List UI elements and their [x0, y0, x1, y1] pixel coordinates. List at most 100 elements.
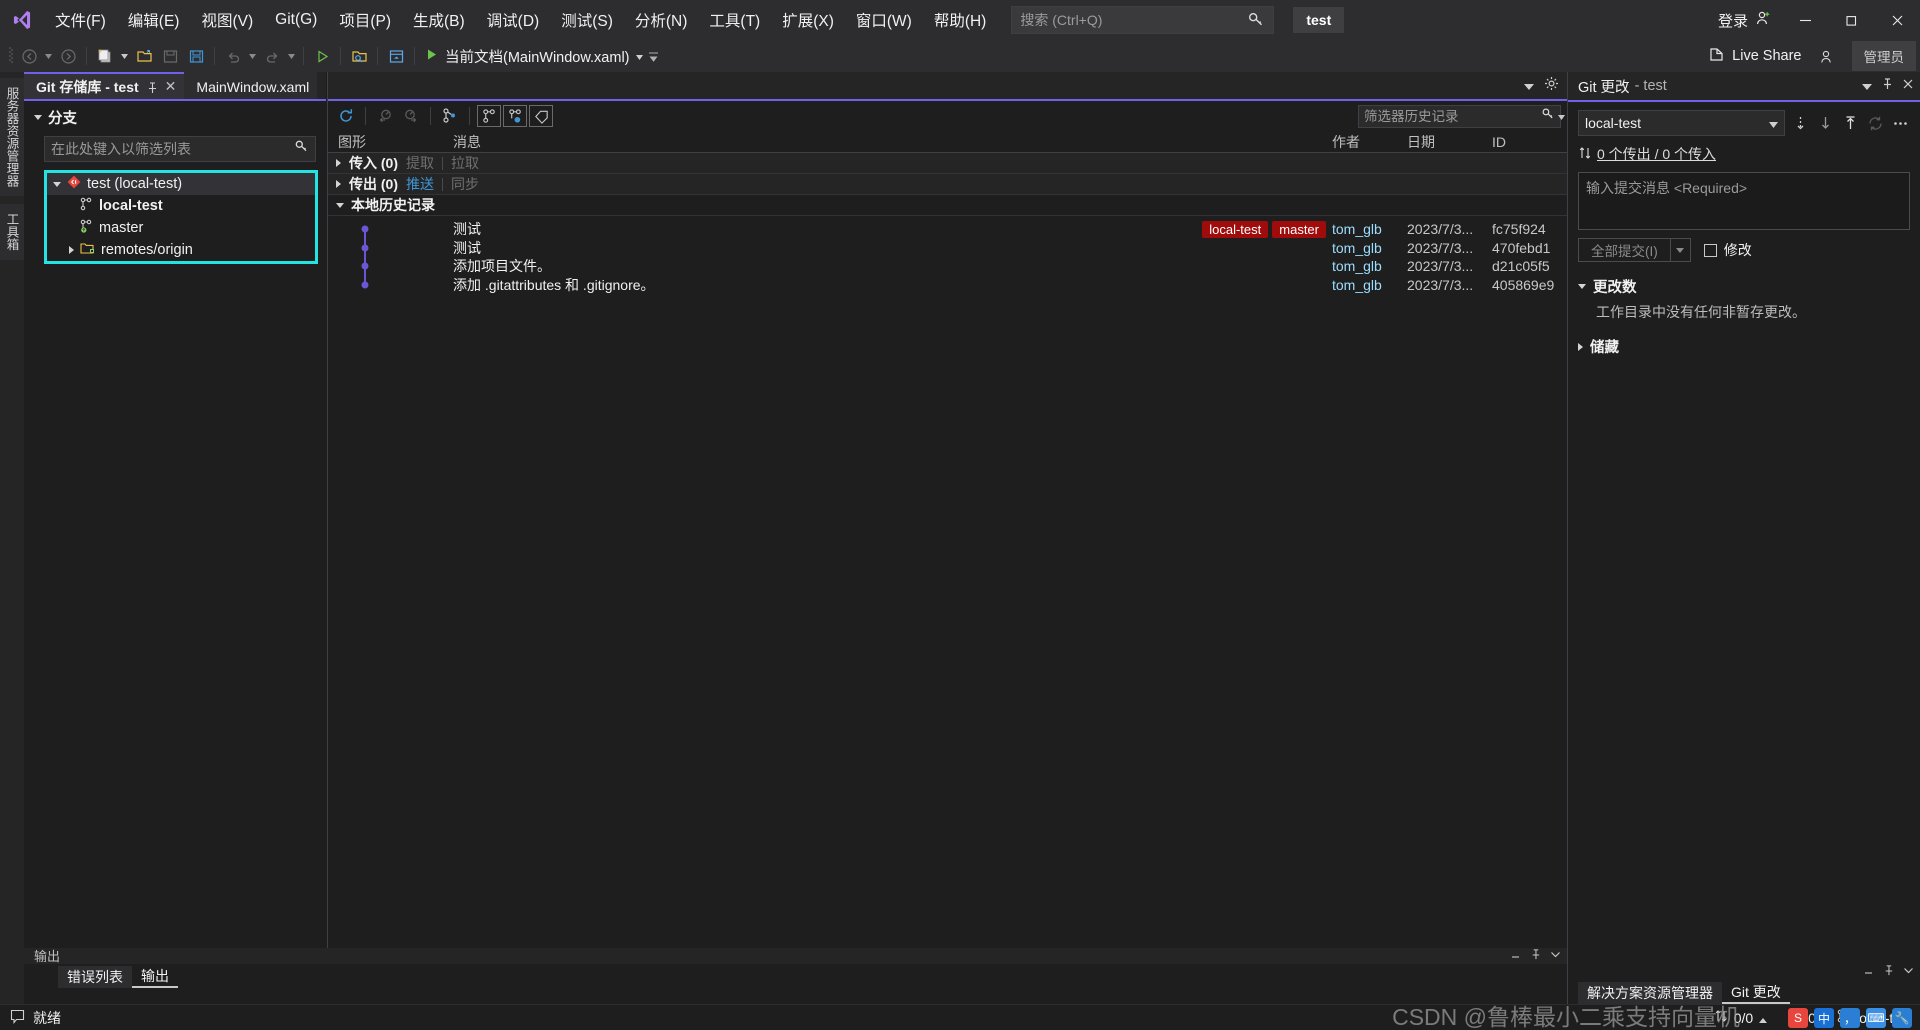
- pane-dropdown-icon[interactable]: [1524, 77, 1534, 95]
- ime-keyboard-icon[interactable]: ⌨: [1866, 1008, 1886, 1028]
- sync-status-link[interactable]: 0 个传出 / 0 个传入: [1597, 144, 1716, 164]
- menu-item-build[interactable]: 生成(B): [402, 0, 476, 40]
- amend-checkbox[interactable]: [1703, 243, 1717, 257]
- tab-solution-explorer[interactable]: 解决方案资源管理器: [1578, 982, 1722, 1004]
- table-row[interactable]: 添加 .gitattributes 和 .gitignore。 tom_glb …: [328, 275, 1567, 295]
- tab-git-changes[interactable]: Git 更改: [1722, 982, 1790, 1004]
- startup-project-selector[interactable]: 当前文档(MainWindow.xaml): [420, 44, 647, 68]
- close-pane-icon[interactable]: [1550, 947, 1561, 965]
- tree-item-remotes-origin[interactable]: remotes/origin: [47, 239, 315, 261]
- menu-item-tools[interactable]: 工具(T): [698, 0, 771, 40]
- pin-icon[interactable]: [1881, 78, 1893, 94]
- stash-section-header[interactable]: 储藏: [1578, 336, 1910, 357]
- sign-in-button[interactable]: 登录: [1708, 5, 1782, 35]
- branch-dropdown[interactable]: local-test: [1578, 110, 1785, 136]
- history-filter-input[interactable]: [1364, 108, 1541, 124]
- changes-section-header[interactable]: 更改数: [1578, 276, 1910, 297]
- menu-item-file[interactable]: 文件(F): [44, 0, 117, 40]
- project-chip[interactable]: test: [1293, 7, 1345, 33]
- menu-item-extensions[interactable]: 扩展(X): [771, 0, 845, 40]
- branches-section-header[interactable]: 分支: [24, 101, 326, 134]
- navigate-forward-icon[interactable]: [55, 44, 81, 68]
- push-icon[interactable]: [1841, 112, 1860, 134]
- tree-item-branch-local-test[interactable]: local-test: [47, 195, 315, 217]
- local-history-header[interactable]: 本地历史记录: [328, 195, 1567, 216]
- menu-item-view[interactable]: 视图(V): [190, 0, 264, 40]
- refresh-icon[interactable]: [334, 105, 358, 127]
- tab-close-icon[interactable]: ✕: [165, 78, 177, 95]
- folder-search-icon[interactable]: [346, 44, 372, 68]
- table-row[interactable]: 添加项目文件。 tom_glb 2023/7/3... d21c05f5: [328, 257, 1567, 276]
- tab-error-list[interactable]: 错误列表: [58, 966, 132, 988]
- show-remote-branches-icon[interactable]: [503, 105, 527, 127]
- sync-link[interactable]: 同步: [451, 174, 479, 194]
- new-project-dropdown[interactable]: [118, 44, 131, 68]
- navigate-back-dropdown[interactable]: [42, 44, 55, 68]
- open-file-icon[interactable]: [131, 44, 157, 68]
- tab-output[interactable]: 输出: [132, 966, 178, 988]
- search-box[interactable]: [1011, 6, 1275, 34]
- undo-dropdown[interactable]: [246, 44, 259, 68]
- history-filter-box[interactable]: [1358, 104, 1565, 128]
- show-local-branches-icon[interactable]: [477, 105, 501, 127]
- expand-triangle-icon[interactable]: [336, 159, 341, 167]
- menu-item-window[interactable]: 窗口(W): [845, 0, 923, 40]
- ime-tools-icon[interactable]: 🔧: [1892, 1008, 1912, 1028]
- ime-punctuation-icon[interactable]: ，: [1840, 1008, 1860, 1028]
- redo-dropdown[interactable]: [285, 44, 298, 68]
- menu-item-edit[interactable]: 编辑(E): [117, 0, 191, 40]
- toolbar-grip[interactable]: [6, 46, 16, 66]
- show-tags-icon[interactable]: [529, 105, 553, 127]
- pin-pane-icon[interactable]: [1883, 963, 1894, 981]
- tree-item-branch-master[interactable]: master: [47, 217, 315, 239]
- close-button[interactable]: [1874, 0, 1920, 40]
- amend-checkbox-row[interactable]: 修改: [1703, 240, 1752, 260]
- window-layout-icon[interactable]: [383, 44, 409, 68]
- new-project-icon[interactable]: [92, 44, 118, 68]
- expand-triangle-icon[interactable]: [336, 202, 344, 208]
- close-pane-icon[interactable]: [1903, 963, 1914, 981]
- vdock-tab-server-explorer[interactable]: 服务器资源管理器: [0, 78, 25, 196]
- menu-item-analyze[interactable]: 分析(N): [624, 0, 699, 40]
- commit-all-button[interactable]: 全部提交(I): [1578, 238, 1691, 262]
- menu-item-debug[interactable]: 调试(D): [476, 0, 551, 40]
- outgoing-group-row[interactable]: 传出 (0) 推送 同步: [328, 174, 1567, 195]
- start-debug-icon[interactable]: [309, 44, 335, 68]
- pin-pane-icon[interactable]: [1530, 947, 1541, 965]
- menu-item-git[interactable]: Git(G): [264, 0, 328, 40]
- search-input[interactable]: [1020, 12, 1248, 28]
- vdock-tab-toolbox[interactable]: 工具箱: [0, 204, 25, 260]
- pull-icon[interactable]: [1816, 112, 1835, 134]
- minimize-button[interactable]: [1782, 0, 1828, 40]
- push-link[interactable]: 推送: [406, 174, 434, 194]
- minimize-pane-icon[interactable]: [1510, 947, 1521, 965]
- menu-item-project[interactable]: 项目(P): [328, 0, 402, 40]
- pane-dropdown-icon[interactable]: [1862, 78, 1872, 94]
- restore-button[interactable]: [1828, 0, 1874, 40]
- commit-message-input[interactable]: 输入提交消息 <Required>: [1578, 172, 1910, 230]
- ime-logo-icon[interactable]: S: [1788, 1008, 1808, 1028]
- status-sync-group[interactable]: 0/0: [1714, 1009, 1768, 1026]
- undo-icon[interactable]: [220, 44, 246, 68]
- save-all-icon[interactable]: [183, 44, 209, 68]
- tab-git-repository[interactable]: Git 存储库 - test ✕: [24, 72, 185, 99]
- commit-all-dropdown-icon[interactable]: [1669, 239, 1690, 261]
- pin-icon[interactable]: [146, 81, 158, 93]
- fetch-icon[interactable]: [1791, 112, 1810, 134]
- toolbar-overflow-icon[interactable]: [647, 44, 660, 68]
- close-icon[interactable]: [1902, 78, 1914, 94]
- navigate-back-icon[interactable]: [16, 44, 42, 68]
- more-options-icon[interactable]: [1891, 112, 1910, 134]
- pull-link[interactable]: 拉取: [451, 153, 479, 173]
- feedback-person-icon[interactable]: [1814, 44, 1840, 68]
- ime-mode-label[interactable]: 中: [1814, 1008, 1834, 1028]
- expand-triangle-icon[interactable]: [53, 181, 61, 187]
- expand-triangle-icon[interactable]: [336, 180, 341, 188]
- tab-mainwindow-xaml[interactable]: MainWindow.xaml: [184, 72, 318, 99]
- save-icon[interactable]: [157, 44, 183, 68]
- redo-icon[interactable]: [259, 44, 285, 68]
- gear-icon[interactable]: [1544, 76, 1559, 96]
- branch-graph-icon[interactable]: [438, 105, 462, 127]
- history-filter-dropdown-icon[interactable]: [1558, 107, 1565, 125]
- branch-filter-box[interactable]: [44, 136, 316, 162]
